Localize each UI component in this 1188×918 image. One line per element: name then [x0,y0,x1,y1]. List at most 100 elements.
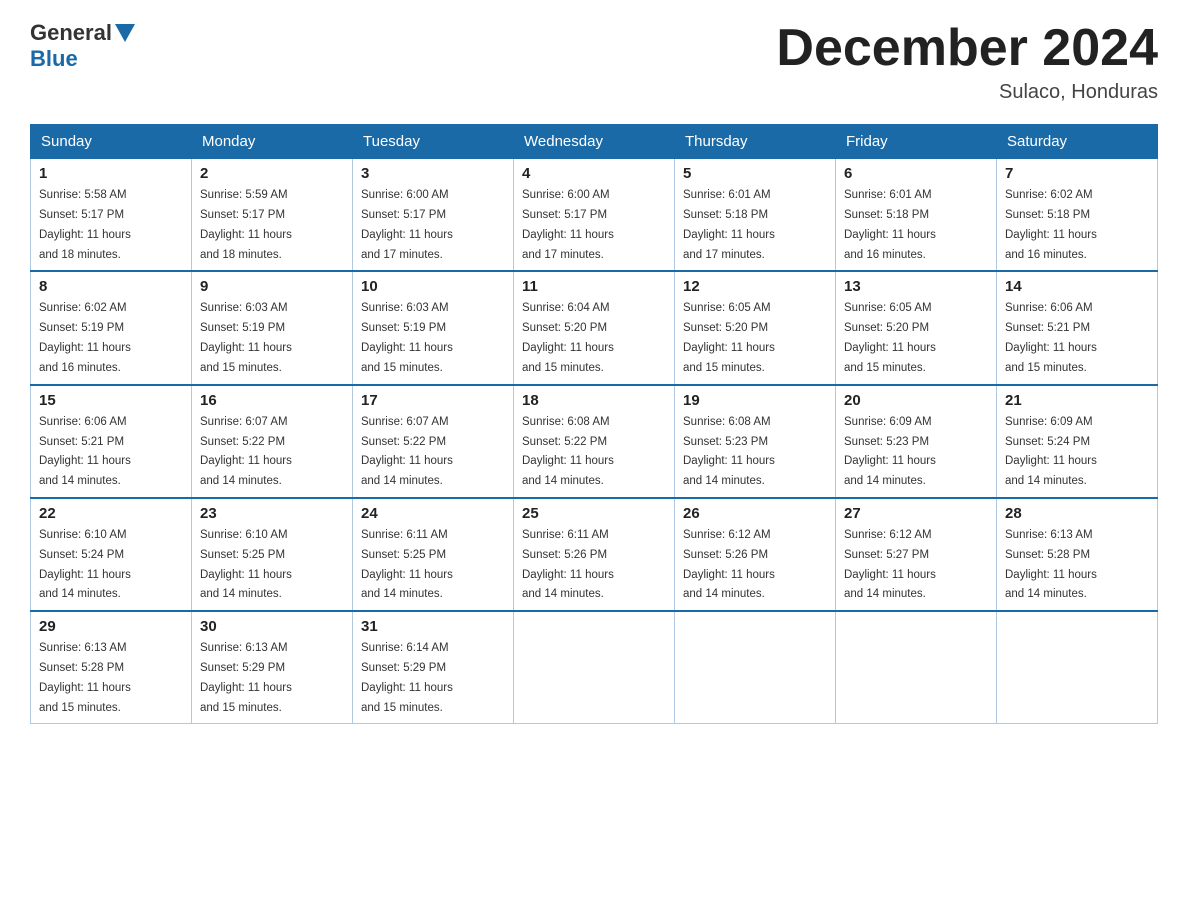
day-number: 16 [200,392,344,409]
column-header-sunday: Sunday [31,125,192,159]
calendar-cell: 11 Sunrise: 6:04 AMSunset: 5:20 PMDaylig… [514,271,675,384]
calendar-cell: 13 Sunrise: 6:05 AMSunset: 5:20 PMDaylig… [836,271,997,384]
calendar-cell: 25 Sunrise: 6:11 AMSunset: 5:26 PMDaylig… [514,498,675,611]
day-number: 4 [522,165,666,182]
month-title: December 2024 [776,20,1158,77]
calendar-cell: 1 Sunrise: 5:58 AMSunset: 5:17 PMDayligh… [31,159,192,272]
calendar-table: SundayMondayTuesdayWednesdayThursdayFrid… [30,124,1158,724]
day-info: Sunrise: 6:04 AMSunset: 5:20 PMDaylight:… [522,302,614,373]
logo-text: General [30,20,138,46]
column-header-tuesday: Tuesday [353,125,514,159]
calendar-cell: 16 Sunrise: 6:07 AMSunset: 5:22 PMDaylig… [192,385,353,498]
calendar-cell: 12 Sunrise: 6:05 AMSunset: 5:20 PMDaylig… [675,271,836,384]
day-info: Sunrise: 5:58 AMSunset: 5:17 PMDaylight:… [39,189,131,260]
day-info: Sunrise: 6:10 AMSunset: 5:25 PMDaylight:… [200,529,292,600]
calendar-cell: 17 Sunrise: 6:07 AMSunset: 5:22 PMDaylig… [353,385,514,498]
day-info: Sunrise: 5:59 AMSunset: 5:17 PMDaylight:… [200,189,292,260]
day-number: 19 [683,392,827,409]
day-info: Sunrise: 6:06 AMSunset: 5:21 PMDaylight:… [39,416,131,487]
day-info: Sunrise: 6:09 AMSunset: 5:23 PMDaylight:… [844,416,936,487]
calendar-week-row: 22 Sunrise: 6:10 AMSunset: 5:24 PMDaylig… [31,498,1158,611]
day-info: Sunrise: 6:11 AMSunset: 5:26 PMDaylight:… [522,529,614,600]
page-header: General Blue December 2024 Sulaco, Hondu… [30,20,1158,104]
calendar-cell: 9 Sunrise: 6:03 AMSunset: 5:19 PMDayligh… [192,271,353,384]
column-header-saturday: Saturday [997,125,1158,159]
day-info: Sunrise: 6:05 AMSunset: 5:20 PMDaylight:… [683,302,775,373]
column-header-thursday: Thursday [675,125,836,159]
calendar-cell: 31 Sunrise: 6:14 AMSunset: 5:29 PMDaylig… [353,611,514,724]
day-number: 10 [361,278,505,295]
day-number: 3 [361,165,505,182]
calendar-cell [514,611,675,724]
day-number: 24 [361,505,505,522]
calendar-week-row: 8 Sunrise: 6:02 AMSunset: 5:19 PMDayligh… [31,271,1158,384]
calendar-cell: 20 Sunrise: 6:09 AMSunset: 5:23 PMDaylig… [836,385,997,498]
calendar-week-row: 15 Sunrise: 6:06 AMSunset: 5:21 PMDaylig… [31,385,1158,498]
calendar-cell [997,611,1158,724]
day-info: Sunrise: 6:10 AMSunset: 5:24 PMDaylight:… [39,529,131,600]
day-number: 18 [522,392,666,409]
calendar-cell: 6 Sunrise: 6:01 AMSunset: 5:18 PMDayligh… [836,159,997,272]
day-info: Sunrise: 6:14 AMSunset: 5:29 PMDaylight:… [361,642,453,713]
day-number: 9 [200,278,344,295]
day-number: 29 [39,618,183,635]
day-number: 22 [39,505,183,522]
calendar-cell: 24 Sunrise: 6:11 AMSunset: 5:25 PMDaylig… [353,498,514,611]
calendar-cell: 10 Sunrise: 6:03 AMSunset: 5:19 PMDaylig… [353,271,514,384]
title-block: December 2024 Sulaco, Honduras [776,20,1158,104]
calendar-cell: 15 Sunrise: 6:06 AMSunset: 5:21 PMDaylig… [31,385,192,498]
calendar-cell: 21 Sunrise: 6:09 AMSunset: 5:24 PMDaylig… [997,385,1158,498]
day-info: Sunrise: 6:01 AMSunset: 5:18 PMDaylight:… [683,189,775,260]
day-number: 23 [200,505,344,522]
day-number: 1 [39,165,183,182]
calendar-cell [836,611,997,724]
calendar-cell: 27 Sunrise: 6:12 AMSunset: 5:27 PMDaylig… [836,498,997,611]
day-info: Sunrise: 6:12 AMSunset: 5:26 PMDaylight:… [683,529,775,600]
calendar-cell: 28 Sunrise: 6:13 AMSunset: 5:28 PMDaylig… [997,498,1158,611]
calendar-cell: 18 Sunrise: 6:08 AMSunset: 5:22 PMDaylig… [514,385,675,498]
calendar-cell [675,611,836,724]
day-number: 7 [1005,165,1149,182]
day-number: 30 [200,618,344,635]
column-header-wednesday: Wednesday [514,125,675,159]
day-number: 15 [39,392,183,409]
calendar-cell: 26 Sunrise: 6:12 AMSunset: 5:26 PMDaylig… [675,498,836,611]
day-number: 21 [1005,392,1149,409]
logo-general-text: General [30,20,112,46]
column-header-monday: Monday [192,125,353,159]
day-number: 13 [844,278,988,295]
day-number: 11 [522,278,666,295]
day-number: 8 [39,278,183,295]
day-info: Sunrise: 6:00 AMSunset: 5:17 PMDaylight:… [522,189,614,260]
calendar-cell: 29 Sunrise: 6:13 AMSunset: 5:28 PMDaylig… [31,611,192,724]
calendar-cell: 5 Sunrise: 6:01 AMSunset: 5:18 PMDayligh… [675,159,836,272]
day-info: Sunrise: 6:08 AMSunset: 5:23 PMDaylight:… [683,416,775,487]
logo: General Blue [30,20,138,72]
day-info: Sunrise: 6:07 AMSunset: 5:22 PMDaylight:… [361,416,453,487]
calendar-cell: 3 Sunrise: 6:00 AMSunset: 5:17 PMDayligh… [353,159,514,272]
calendar-cell: 4 Sunrise: 6:00 AMSunset: 5:17 PMDayligh… [514,159,675,272]
day-info: Sunrise: 6:00 AMSunset: 5:17 PMDaylight:… [361,189,453,260]
day-number: 6 [844,165,988,182]
day-number: 25 [522,505,666,522]
calendar-cell: 19 Sunrise: 6:08 AMSunset: 5:23 PMDaylig… [675,385,836,498]
day-number: 20 [844,392,988,409]
day-info: Sunrise: 6:03 AMSunset: 5:19 PMDaylight:… [200,302,292,373]
calendar-cell: 8 Sunrise: 6:02 AMSunset: 5:19 PMDayligh… [31,271,192,384]
column-header-friday: Friday [836,125,997,159]
day-info: Sunrise: 6:01 AMSunset: 5:18 PMDaylight:… [844,189,936,260]
calendar-week-row: 29 Sunrise: 6:13 AMSunset: 5:28 PMDaylig… [31,611,1158,724]
day-number: 12 [683,278,827,295]
day-number: 28 [1005,505,1149,522]
calendar-cell: 22 Sunrise: 6:10 AMSunset: 5:24 PMDaylig… [31,498,192,611]
day-number: 17 [361,392,505,409]
calendar-week-row: 1 Sunrise: 5:58 AMSunset: 5:17 PMDayligh… [31,159,1158,272]
day-number: 14 [1005,278,1149,295]
calendar-cell: 23 Sunrise: 6:10 AMSunset: 5:25 PMDaylig… [192,498,353,611]
day-info: Sunrise: 6:13 AMSunset: 5:28 PMDaylight:… [1005,529,1097,600]
day-number: 31 [361,618,505,635]
calendar-cell: 14 Sunrise: 6:06 AMSunset: 5:21 PMDaylig… [997,271,1158,384]
calendar-cell: 2 Sunrise: 5:59 AMSunset: 5:17 PMDayligh… [192,159,353,272]
location-subtitle: Sulaco, Honduras [776,81,1158,104]
logo-blue-text: Blue [30,46,78,72]
